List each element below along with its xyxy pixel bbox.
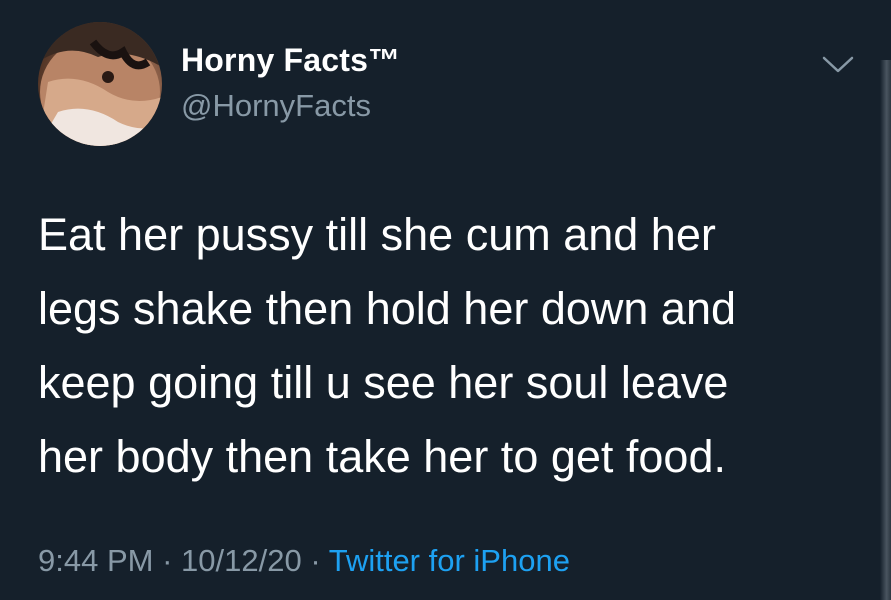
tweet-card: Horny Facts™ @HornyFacts Eat her pussy t… xyxy=(0,0,891,600)
tweet-text-line: Eat her pussy till she cum and her xyxy=(38,209,716,260)
window-edge xyxy=(880,60,891,600)
tweet-text-line: legs shake then hold her down and xyxy=(38,283,737,334)
meta-separator: · xyxy=(310,543,321,578)
avatar-image xyxy=(38,22,162,146)
tweet-text-line: her body then take her to get food. xyxy=(38,431,726,482)
profile-avatar[interactable] xyxy=(38,22,162,146)
meta-separator: · xyxy=(162,543,173,578)
user-handle[interactable]: @HornyFacts xyxy=(181,88,371,124)
tweet-source-link[interactable]: Twitter for iPhone xyxy=(329,543,570,578)
tweet-time[interactable]: 9:44 PM xyxy=(38,543,153,578)
tweet-date[interactable]: 10/12/20 xyxy=(181,543,302,578)
display-name[interactable]: Horny Facts™ xyxy=(181,42,400,79)
tweet-metadata: 9:44 PM · 10/12/20 · Twitter for iPhone xyxy=(38,543,570,579)
chevron-down-icon[interactable] xyxy=(818,50,858,78)
tweet-text: Eat her pussy till she cum and her legs … xyxy=(38,198,838,494)
tweet-text-line: keep going till u see her soul leave xyxy=(38,357,729,408)
